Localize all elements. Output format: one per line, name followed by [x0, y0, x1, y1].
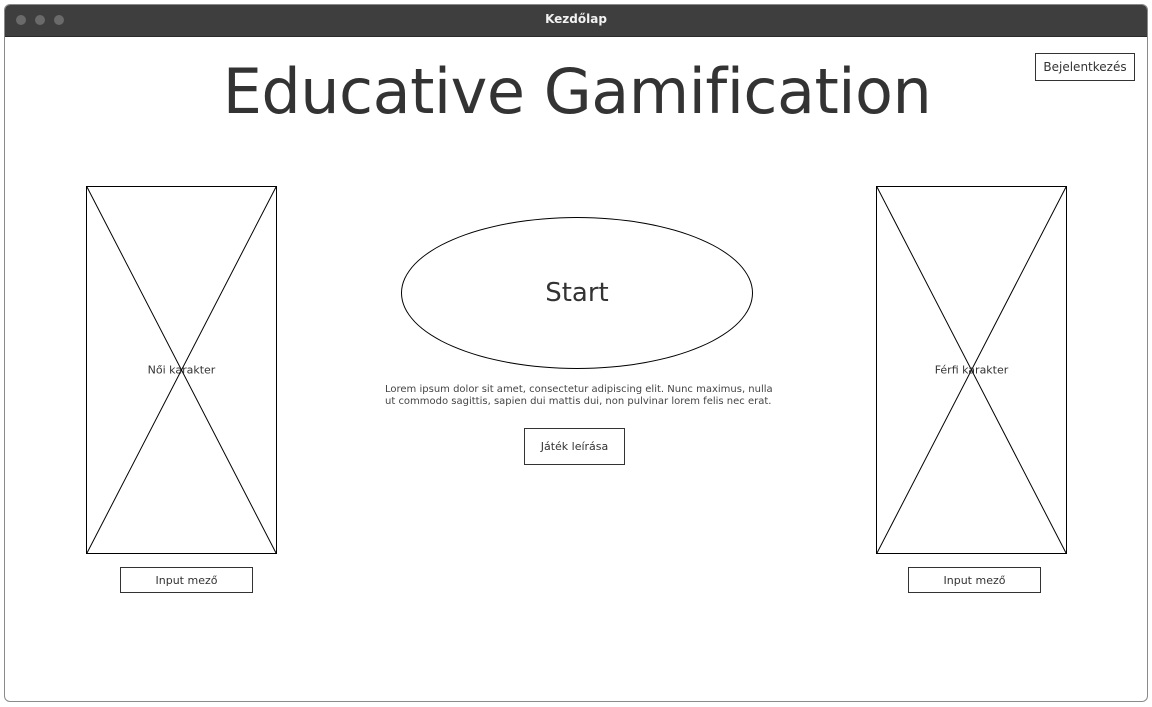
female-character-image[interactable]: Női karakter — [86, 186, 277, 554]
female-character-label: Női karakter — [147, 363, 216, 377]
female-character-input[interactable] — [120, 567, 253, 593]
title-bar: Kezdőlap — [5, 5, 1147, 37]
app-window: Kezdőlap Educative Gamification Bejelent… — [4, 4, 1148, 702]
start-button[interactable]: Start — [401, 217, 753, 369]
male-character-input[interactable] — [908, 567, 1041, 593]
game-description-text: Lorem ipsum dolor sit amet, consectetur … — [385, 384, 773, 407]
game-description-button[interactable]: Játék leírása — [524, 428, 625, 465]
page-title: Educative Gamification — [222, 55, 932, 128]
male-character-label: Férfi karakter — [934, 363, 1009, 377]
login-button[interactable]: Bejelentkezés — [1035, 53, 1135, 81]
male-character-image[interactable]: Férfi karakter — [876, 186, 1067, 554]
window-title: Kezdőlap — [545, 12, 607, 26]
